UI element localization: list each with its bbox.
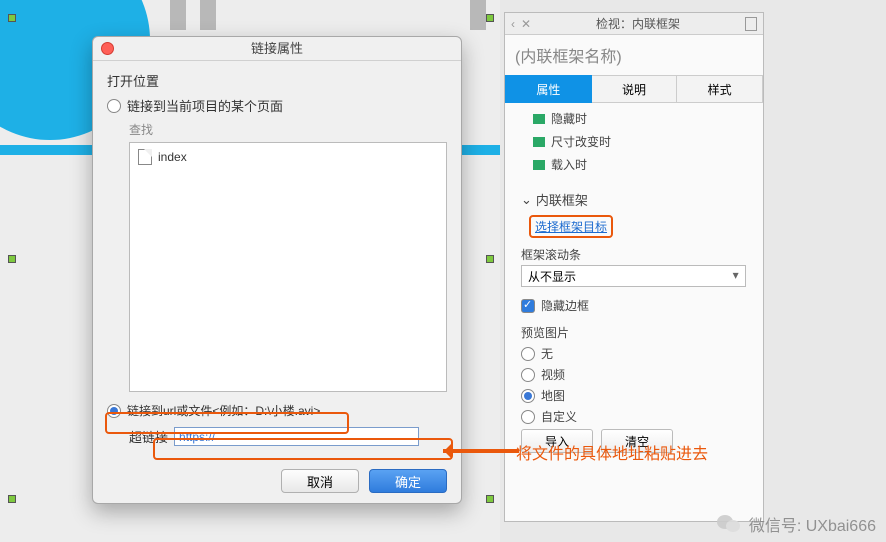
event-label: 尺寸改变时 bbox=[551, 133, 611, 150]
checkbox-label: 隐藏边框 bbox=[541, 297, 589, 314]
selection-handle[interactable] bbox=[486, 255, 494, 263]
selection-handle[interactable] bbox=[486, 14, 494, 22]
radio-icon bbox=[521, 347, 535, 361]
list-item[interactable]: index bbox=[134, 147, 442, 167]
annotation-text: 将文件的具体地址粘贴进去 bbox=[516, 440, 708, 464]
select-frame-target-link[interactable]: 选择框架目标 bbox=[535, 218, 607, 235]
tab-stub bbox=[470, 0, 486, 30]
event-resize[interactable]: 尺寸改变时 bbox=[517, 130, 751, 153]
event-load[interactable]: 载入时 bbox=[517, 153, 751, 176]
radio-link-current-project[interactable]: 链接到当前项目的某个页面 bbox=[107, 96, 447, 115]
inspector-header: ‹ ✕ 检视：内联框架 bbox=[505, 13, 763, 35]
tab-properties[interactable]: 属性 bbox=[505, 75, 592, 103]
group-label: 内联框架 bbox=[536, 190, 588, 209]
search-label: 查找 bbox=[129, 121, 447, 138]
close-icon[interactable] bbox=[101, 42, 114, 55]
radio-preview-custom[interactable]: 自定义 bbox=[521, 408, 751, 425]
properties-body: 隐藏时 尺寸改变时 载入时 ⌄内联框架 选择框架目标 框架滚动条 从不显示 隐藏… bbox=[505, 103, 763, 457]
hyperlink-label: 超链接 bbox=[129, 427, 168, 446]
group-iframe[interactable]: ⌄内联框架 bbox=[517, 186, 751, 213]
cancel-button[interactable]: 取消 bbox=[281, 469, 359, 493]
file-icon bbox=[138, 149, 152, 165]
radio-label: 链接到url或文件<例如：D:\小楼.avi> bbox=[127, 402, 320, 419]
dialog-title: 链接属性 bbox=[251, 41, 303, 56]
close-panel-icon[interactable]: ✕ bbox=[521, 17, 531, 31]
event-icon bbox=[533, 160, 545, 170]
event-label: 隐藏时 bbox=[551, 110, 587, 127]
preview-label: 预览图片 bbox=[521, 324, 751, 341]
selection-handle[interactable] bbox=[486, 495, 494, 503]
link-properties-dialog: 链接属性 打开位置 链接到当前项目的某个页面 查找 index 链接到url或文… bbox=[92, 36, 462, 504]
file-name: index bbox=[158, 150, 187, 164]
selection-handle[interactable] bbox=[8, 255, 16, 263]
tab-description[interactable]: 说明 bbox=[592, 75, 678, 103]
watermark: 微信号: UXbai666 bbox=[717, 512, 876, 536]
inspector-tabs: 属性 说明 样式 bbox=[505, 75, 763, 103]
event-icon bbox=[533, 114, 545, 124]
tab-stub bbox=[170, 0, 186, 30]
event-hidden[interactable]: 隐藏时 bbox=[517, 107, 751, 130]
checkbox-icon bbox=[521, 299, 535, 313]
tab-style[interactable]: 样式 bbox=[677, 75, 763, 103]
hyperlink-input[interactable] bbox=[174, 427, 419, 446]
radio-label: 无 bbox=[541, 345, 553, 362]
radio-icon bbox=[107, 404, 121, 418]
scrollbar-select[interactable]: 从不显示 bbox=[521, 265, 746, 287]
inspector-subtitle: (内联框架名称) bbox=[505, 35, 763, 75]
radio-icon bbox=[107, 99, 121, 113]
radio-label: 视频 bbox=[541, 366, 565, 383]
annotation-arrow bbox=[443, 449, 519, 453]
back-icon[interactable]: ‹ bbox=[511, 17, 515, 31]
hide-border-checkbox[interactable]: 隐藏边框 bbox=[521, 297, 747, 314]
event-label: 载入时 bbox=[551, 156, 587, 173]
radio-label: 自定义 bbox=[541, 408, 577, 425]
radio-label: 地图 bbox=[541, 387, 565, 404]
open-location-label: 打开位置 bbox=[107, 71, 447, 90]
selection-handle[interactable] bbox=[8, 14, 16, 22]
radio-icon bbox=[521, 389, 535, 403]
inspector-title: 检视：内联框架 bbox=[596, 15, 680, 32]
radio-preview-none[interactable]: 无 bbox=[521, 345, 751, 362]
radio-icon bbox=[521, 368, 535, 382]
document-icon[interactable] bbox=[745, 17, 757, 31]
page-list[interactable]: index bbox=[129, 142, 447, 392]
radio-preview-video[interactable]: 视频 bbox=[521, 366, 751, 383]
radio-label: 链接到当前项目的某个页面 bbox=[127, 96, 283, 115]
radio-icon bbox=[521, 410, 535, 424]
wechat-icon bbox=[717, 513, 743, 535]
event-icon bbox=[533, 137, 545, 147]
radio-preview-map[interactable]: 地图 bbox=[521, 387, 751, 404]
selection-handle[interactable] bbox=[8, 495, 16, 503]
chevron-down-icon: ⌄ bbox=[521, 192, 532, 208]
annotation-highlight: 选择框架目标 bbox=[529, 215, 613, 238]
tab-stub bbox=[200, 0, 216, 30]
dialog-titlebar[interactable]: 链接属性 bbox=[93, 37, 461, 61]
dialog-body: 打开位置 链接到当前项目的某个页面 查找 index 链接到url或文件<例如：… bbox=[93, 61, 461, 454]
watermark-text: 微信号: UXbai666 bbox=[749, 512, 876, 536]
scrollbar-label: 框架滚动条 bbox=[521, 246, 751, 263]
ok-button[interactable]: 确定 bbox=[369, 469, 447, 493]
radio-link-url-file[interactable]: 链接到url或文件<例如：D:\小楼.avi> bbox=[107, 402, 447, 419]
